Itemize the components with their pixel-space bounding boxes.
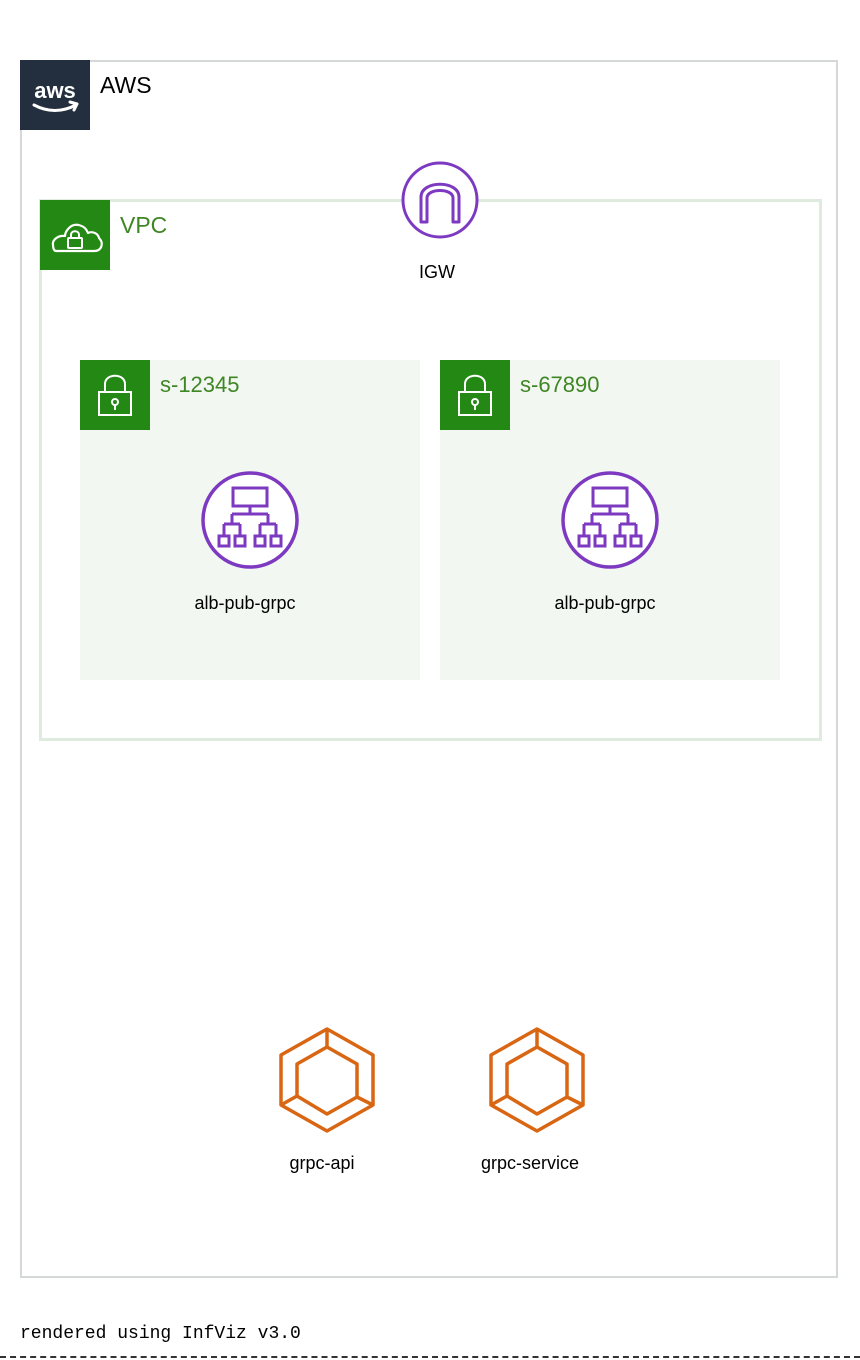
- internet-gateway-icon[interactable]: [400, 160, 480, 240]
- subnet-b-label: s-67890: [520, 372, 600, 397]
- alb-a-label: alb-pub-grpc: [194, 593, 296, 613]
- vpc-cloud-lock-icon: [40, 200, 110, 270]
- footer-divider: [0, 1356, 860, 1358]
- alb-b-label: alb-pub-grpc: [554, 593, 656, 613]
- load-balancer-icon[interactable]: [200, 470, 300, 570]
- footer-credit: rendered using InfViz v3.0: [20, 1324, 301, 1344]
- subnet-lock-icon: [80, 360, 150, 430]
- grpc-service-label: grpc-service: [480, 1153, 580, 1173]
- load-balancer-icon[interactable]: [560, 470, 660, 570]
- aws-logo-icon: aws: [20, 60, 90, 130]
- vpc-group-label: VPC: [120, 212, 168, 238]
- subnet-lock-icon: [440, 360, 510, 430]
- ecs-service-icon[interactable]: [277, 1025, 377, 1135]
- svg-text:aws: aws: [34, 78, 76, 103]
- aws-group-label: AWS: [100, 72, 152, 98]
- ecs-service-icon[interactable]: [487, 1025, 587, 1135]
- subnet-a-label: s-12345: [160, 372, 240, 397]
- grpc-api-label: grpc-api: [289, 1153, 355, 1173]
- igw-label: IGW: [419, 262, 455, 282]
